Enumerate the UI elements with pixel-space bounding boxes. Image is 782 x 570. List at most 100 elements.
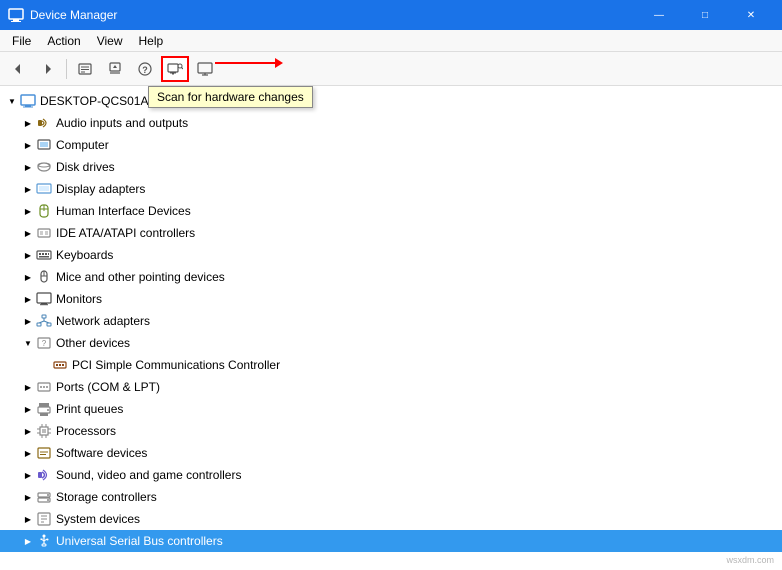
print-icon [36,401,52,417]
storage-label: Storage controllers [56,490,157,504]
print-expand[interactable]: ▶ [20,401,36,417]
keyboard-label: Keyboards [56,248,113,262]
root-label: DESKTOP-QCS01A9 [40,94,155,108]
other-label: Other devices [56,336,130,350]
pci-label: PCI Simple Communications Controller [72,358,280,372]
svg-text:?: ? [42,339,47,348]
display-icon [36,181,52,197]
root-expand[interactable]: ▼ [4,93,20,109]
monitor-icon [36,291,52,307]
usb-icon [36,533,52,549]
tree-disk[interactable]: ▶ Disk drives [0,156,782,178]
close-button[interactable]: ✕ [728,0,774,30]
tree-ports[interactable]: ▶ Ports (COM & LPT) [0,376,782,398]
window-title: Device Manager [30,8,636,22]
hid-icon [36,203,52,219]
tree-cpu[interactable]: ▶ Processors [0,420,782,442]
window-controls: — □ ✕ [636,0,774,30]
menu-help[interactable]: Help [131,32,172,50]
sound-icon [36,467,52,483]
monitor-expand[interactable]: ▶ [20,291,36,307]
minimize-button[interactable]: — [636,0,682,30]
system-icon [36,511,52,527]
hid-expand[interactable]: ▶ [20,203,36,219]
tree-usb[interactable]: ▶ Universal Serial Bus controllers [0,530,782,552]
tree-system[interactable]: ▶ System devices [0,508,782,530]
system-expand[interactable]: ▶ [20,511,36,527]
audio-expand[interactable]: ▶ [20,115,36,131]
ide-expand[interactable]: ▶ [20,225,36,241]
display-label: Display adapters [56,182,145,196]
software-label: Software devices [56,446,147,460]
network-expand[interactable]: ▶ [20,313,36,329]
network-label: Network adapters [56,314,150,328]
software-expand[interactable]: ▶ [20,445,36,461]
root-icon [20,93,36,109]
update-driver-button[interactable] [101,56,129,82]
other-icon: ? [36,335,52,351]
audio-icon [36,115,52,131]
tree-keyboard[interactable]: ▶ Keyboards [0,244,782,266]
help-button[interactable]: ? [131,56,159,82]
storage-expand[interactable]: ▶ [20,489,36,505]
cpu-expand[interactable]: ▶ [20,423,36,439]
back-button[interactable] [4,56,32,82]
forward-button[interactable] [34,56,62,82]
scan-hardware-button[interactable] [161,56,189,82]
tree-audio[interactable]: ▶ Audio inputs and outputs [0,112,782,134]
maximize-button[interactable]: □ [682,0,728,30]
tree-other[interactable]: ▼ ? Other devices [0,332,782,354]
ports-icon [36,379,52,395]
print-label: Print queues [56,402,123,416]
watermark: wsxdm.com [726,555,774,565]
keyboard-expand[interactable]: ▶ [20,247,36,263]
menu-bar: File Action View Help [0,30,782,52]
tree-computer[interactable]: ▶ Computer [0,134,782,156]
ports-label: Ports (COM & LPT) [56,380,160,394]
separator-1 [66,59,67,79]
tree-software[interactable]: ▶ Software devices [0,442,782,464]
properties-button[interactable] [71,56,99,82]
disk-label: Disk drives [56,160,115,174]
title-bar: Device Manager — □ ✕ [0,0,782,30]
other-expand[interactable]: ▼ [20,335,36,351]
tree-storage[interactable]: ▶ Storage controllers [0,486,782,508]
menu-action[interactable]: Action [39,32,88,50]
tree-pci[interactable]: ▶ PCI Simple Communications Controller [0,354,782,376]
tree-mouse[interactable]: ▶ Mice and other pointing devices [0,266,782,288]
storage-icon [36,489,52,505]
tree-hid[interactable]: ▶ Human Interface Devices [0,200,782,222]
cpu-icon [36,423,52,439]
app-icon [8,7,24,23]
usb-label: Universal Serial Bus controllers [56,534,223,548]
display-expand[interactable]: ▶ [20,181,36,197]
menu-view[interactable]: View [89,32,131,50]
tree-print[interactable]: ▶ Print queues [0,398,782,420]
mouse-label: Mice and other pointing devices [56,270,225,284]
sound-label: Sound, video and game controllers [56,468,241,482]
mouse-icon [36,269,52,285]
ide-icon [36,225,52,241]
network-icon [36,313,52,329]
mouse-expand[interactable]: ▶ [20,269,36,285]
main-content: ▼ DESKTOP-QCS01A9 ▶ Audio inputs and [0,86,782,570]
tree-network[interactable]: ▶ Network adapters [0,310,782,332]
tree-monitor[interactable]: ▶ Monitors [0,288,782,310]
menu-file[interactable]: File [4,32,39,50]
audio-label: Audio inputs and outputs [56,116,188,130]
tree-sound[interactable]: ▶ Sound, video and game controllers [0,464,782,486]
disk-icon [36,159,52,175]
computer-icon [36,137,52,153]
computer-label: Computer [56,138,109,152]
hid-label: Human Interface Devices [56,204,191,218]
ports-expand[interactable]: ▶ [20,379,36,395]
tree-display[interactable]: ▶ Display adapters [0,178,782,200]
sound-expand[interactable]: ▶ [20,467,36,483]
pci-icon [52,357,68,373]
computer-expand[interactable]: ▶ [20,137,36,153]
tree-ide[interactable]: ▶ IDE ATA/ATAPI controllers [0,222,782,244]
disk-expand[interactable]: ▶ [20,159,36,175]
device-tree: ▼ DESKTOP-QCS01A9 ▶ Audio inputs and [0,86,782,556]
tree-root[interactable]: ▼ DESKTOP-QCS01A9 [0,90,782,112]
usb-expand[interactable]: ▶ [20,533,36,549]
